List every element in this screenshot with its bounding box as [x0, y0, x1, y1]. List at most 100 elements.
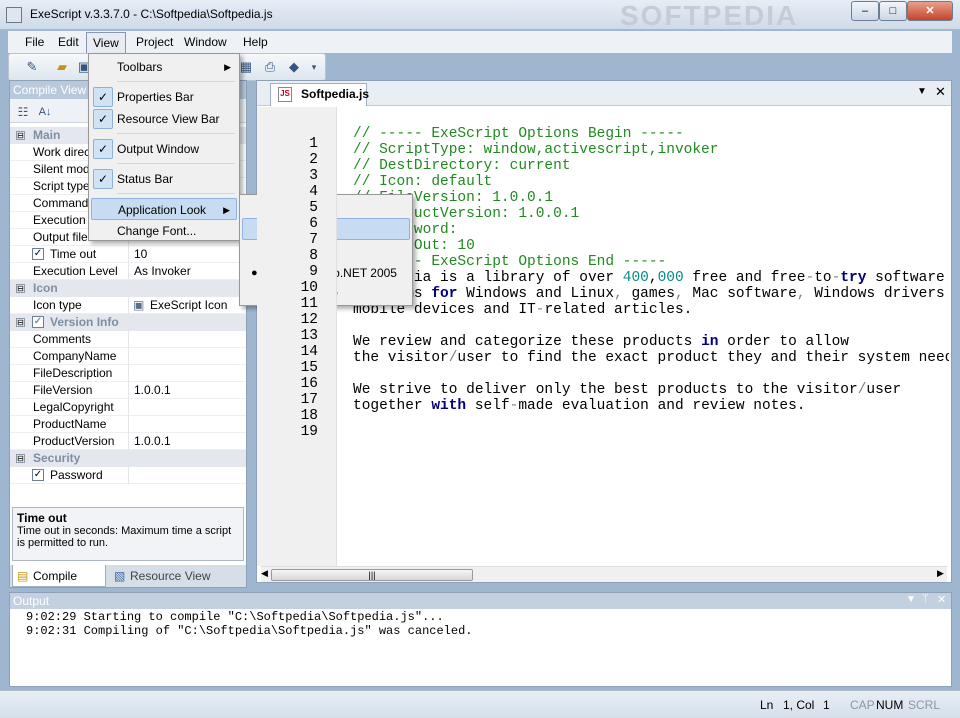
code-line: // ScriptType: window,activescript,invok…	[353, 142, 719, 158]
app-icon	[6, 7, 22, 23]
property-row-legalcopyright[interactable]: LegalCopyright	[10, 399, 246, 416]
line-number: 1	[309, 136, 318, 152]
property-row-companyname[interactable]: CompanyName	[10, 348, 246, 365]
open-folder-icon[interactable]: ▰	[53, 58, 71, 76]
column-divider	[128, 416, 129, 433]
menu-item-label: Resource View Bar	[117, 112, 220, 126]
menu-item-output-window[interactable]: ✓ Output Window	[91, 138, 237, 160]
category-label: Version Info	[50, 315, 119, 329]
line-number-gutter: 1 2 3 4 5 6 7 8 9 10 11 12 13 14 15 16 17 18 19	[257, 107, 337, 566]
submenu-arrow-icon: ▶	[224, 62, 231, 72]
property-value[interactable]: ExeScript Icon	[150, 298, 227, 312]
property-name: ProductName	[33, 417, 107, 431]
minimize-button[interactable]: –	[851, 1, 879, 21]
line-number: 3	[309, 168, 318, 184]
maximize-button[interactable]: □	[879, 1, 907, 21]
status-bar: Ln 1, Col 1 CAP NUM SCRL	[0, 690, 960, 718]
property-row-icon-type[interactable]: Icon type ▣ ExeScript Icon	[10, 297, 246, 314]
categorized-icon[interactable]: ☷	[14, 103, 32, 121]
property-value[interactable]: 10	[134, 247, 147, 261]
output-window: Output ▼ ᛘ ✕ 9:02:29 Starting to compile…	[9, 592, 952, 687]
line-number: 2	[309, 152, 318, 168]
menu-item-label: Status Bar	[117, 172, 174, 186]
property-row-time-out[interactable]: ✓ Time out 10	[10, 246, 246, 263]
category-version-info[interactable]: ⊟ ✓ Version Info	[10, 314, 246, 331]
property-row-comments[interactable]: Comments	[10, 331, 246, 348]
js-file-icon: JS	[278, 87, 292, 102]
property-row-execution-level[interactable]: Execution Level As Invoker	[10, 263, 246, 280]
property-row-productversion[interactable]: ProductVersion 1.0.0.1	[10, 433, 246, 450]
scroll-right-icon[interactable]: ▶	[937, 568, 944, 579]
menu-separator	[117, 193, 235, 194]
collapse-icon[interactable]: ⊟	[16, 131, 25, 140]
scroll-thumb[interactable]: |||	[271, 569, 473, 581]
category-security[interactable]: ⊟ Security	[10, 450, 246, 467]
status-num: NUM	[876, 698, 904, 712]
check-icon: ✓	[93, 109, 113, 129]
tab-compile-view[interactable]: ▤Compile View	[12, 565, 106, 605]
description-title: Time out	[17, 511, 67, 525]
editor-tab-bar: JS Softpedia.js ▼ ✕	[257, 81, 951, 106]
toolbar-overflow-icon[interactable]: ▾	[305, 58, 323, 76]
wand-icon[interactable]: ✎	[23, 58, 41, 76]
tab-softpedia-js[interactable]: JS Softpedia.js	[270, 83, 369, 106]
menu-item-application-look[interactable]: Application Look ▶	[91, 198, 237, 220]
submenu-arrow-icon: ▶	[223, 205, 230, 215]
code-line: the visitor/user to find the exact produ…	[353, 350, 949, 366]
watermark: SOFTPEDIA	[620, 0, 799, 31]
property-value[interactable]: As Invoker	[134, 264, 191, 278]
menu-view[interactable]: View	[86, 32, 126, 54]
property-checkbox[interactable]: ✓	[32, 469, 44, 481]
window-title: ExeScript v.3.3.7.0 - C:\Softpedia\Softp…	[30, 7, 273, 21]
menu-item-status-bar[interactable]: ✓ Status Bar	[91, 168, 237, 190]
close-output-icon[interactable]: ✕	[937, 593, 946, 606]
code-editor[interactable]: JS Softpedia.js ▼ ✕ 1 2 3 4 5 6 7 8 9 10 11 12 13 14 1…	[256, 80, 952, 583]
property-name: FileDescription	[33, 366, 113, 380]
column-divider	[128, 365, 129, 382]
close-button[interactable]: ✕	[907, 1, 953, 21]
property-row-fileversion[interactable]: FileVersion 1.0.0.1	[10, 382, 246, 399]
property-checkbox[interactable]: ✓	[32, 248, 44, 260]
property-value[interactable]: 1.0.0.1	[134, 434, 171, 448]
pin-icon[interactable]: ᛘ	[922, 593, 929, 605]
menu-item-label: Application Look	[118, 203, 207, 217]
tab-resource-view[interactable]: ▧ Resource View	[110, 565, 220, 587]
category-label: Main	[33, 128, 61, 142]
property-value-cell: ▣ ExeScript Icon	[133, 297, 227, 313]
output-menu-icon[interactable]: ▼	[906, 594, 916, 605]
line-number: 17	[300, 392, 318, 408]
sort-alpha-icon[interactable]: A↓	[36, 103, 54, 121]
property-name: FileVersion	[33, 383, 93, 397]
menu-item-change-font[interactable]: Change Font...	[91, 220, 237, 242]
property-value-cell: As Invoker	[134, 263, 191, 279]
line-number: 5	[309, 200, 318, 216]
menu-edit[interactable]: Edit	[53, 31, 84, 53]
info-icon[interactable]: ◆	[285, 58, 303, 76]
category-checkbox[interactable]: ✓	[32, 316, 44, 328]
property-row-filedescription[interactable]: FileDescription	[10, 365, 246, 382]
property-row-productname[interactable]: ProductName	[10, 416, 246, 433]
menu-item-resource-view-bar[interactable]: ✓ Resource View Bar	[91, 108, 237, 130]
property-value[interactable]: 1.0.0.1	[134, 383, 171, 397]
collapse-icon[interactable]: ⊟	[16, 284, 25, 293]
menu-item-toolbars[interactable]: Toolbars ▶	[91, 56, 237, 78]
collapse-icon[interactable]: ⊟	[16, 454, 25, 463]
description-text: Time out in seconds: Maximum time a scri…	[17, 525, 232, 549]
property-name: Execution Level	[33, 264, 118, 278]
menu-help[interactable]: Help	[238, 31, 273, 53]
collapse-icon[interactable]: ⊟	[16, 318, 25, 327]
print-icon[interactable]: ⎙	[261, 58, 279, 76]
menu-file[interactable]: File	[20, 31, 49, 53]
menu-project[interactable]: Project	[131, 31, 178, 53]
code-line: // DestDirectory: current	[353, 158, 571, 174]
view-menu-dropdown: Toolbars ▶ ✓ Properties Bar ✓ Resource View B…	[88, 53, 240, 241]
category-icon[interactable]: ⊟ Icon	[10, 280, 246, 297]
close-tab-icon[interactable]: ✕	[935, 84, 946, 100]
menu-item-label: Output Window	[117, 142, 200, 156]
tab-list-icon[interactable]: ▼	[917, 86, 927, 97]
scroll-left-icon[interactable]: ◀	[261, 568, 268, 579]
property-row-password[interactable]: ✓ Password	[10, 467, 246, 484]
menu-item-properties-bar[interactable]: ✓ Properties Bar	[91, 86, 237, 108]
menu-window[interactable]: Window	[179, 31, 232, 53]
horizontal-scrollbar[interactable]: ◀ ||| ▶	[261, 566, 947, 582]
